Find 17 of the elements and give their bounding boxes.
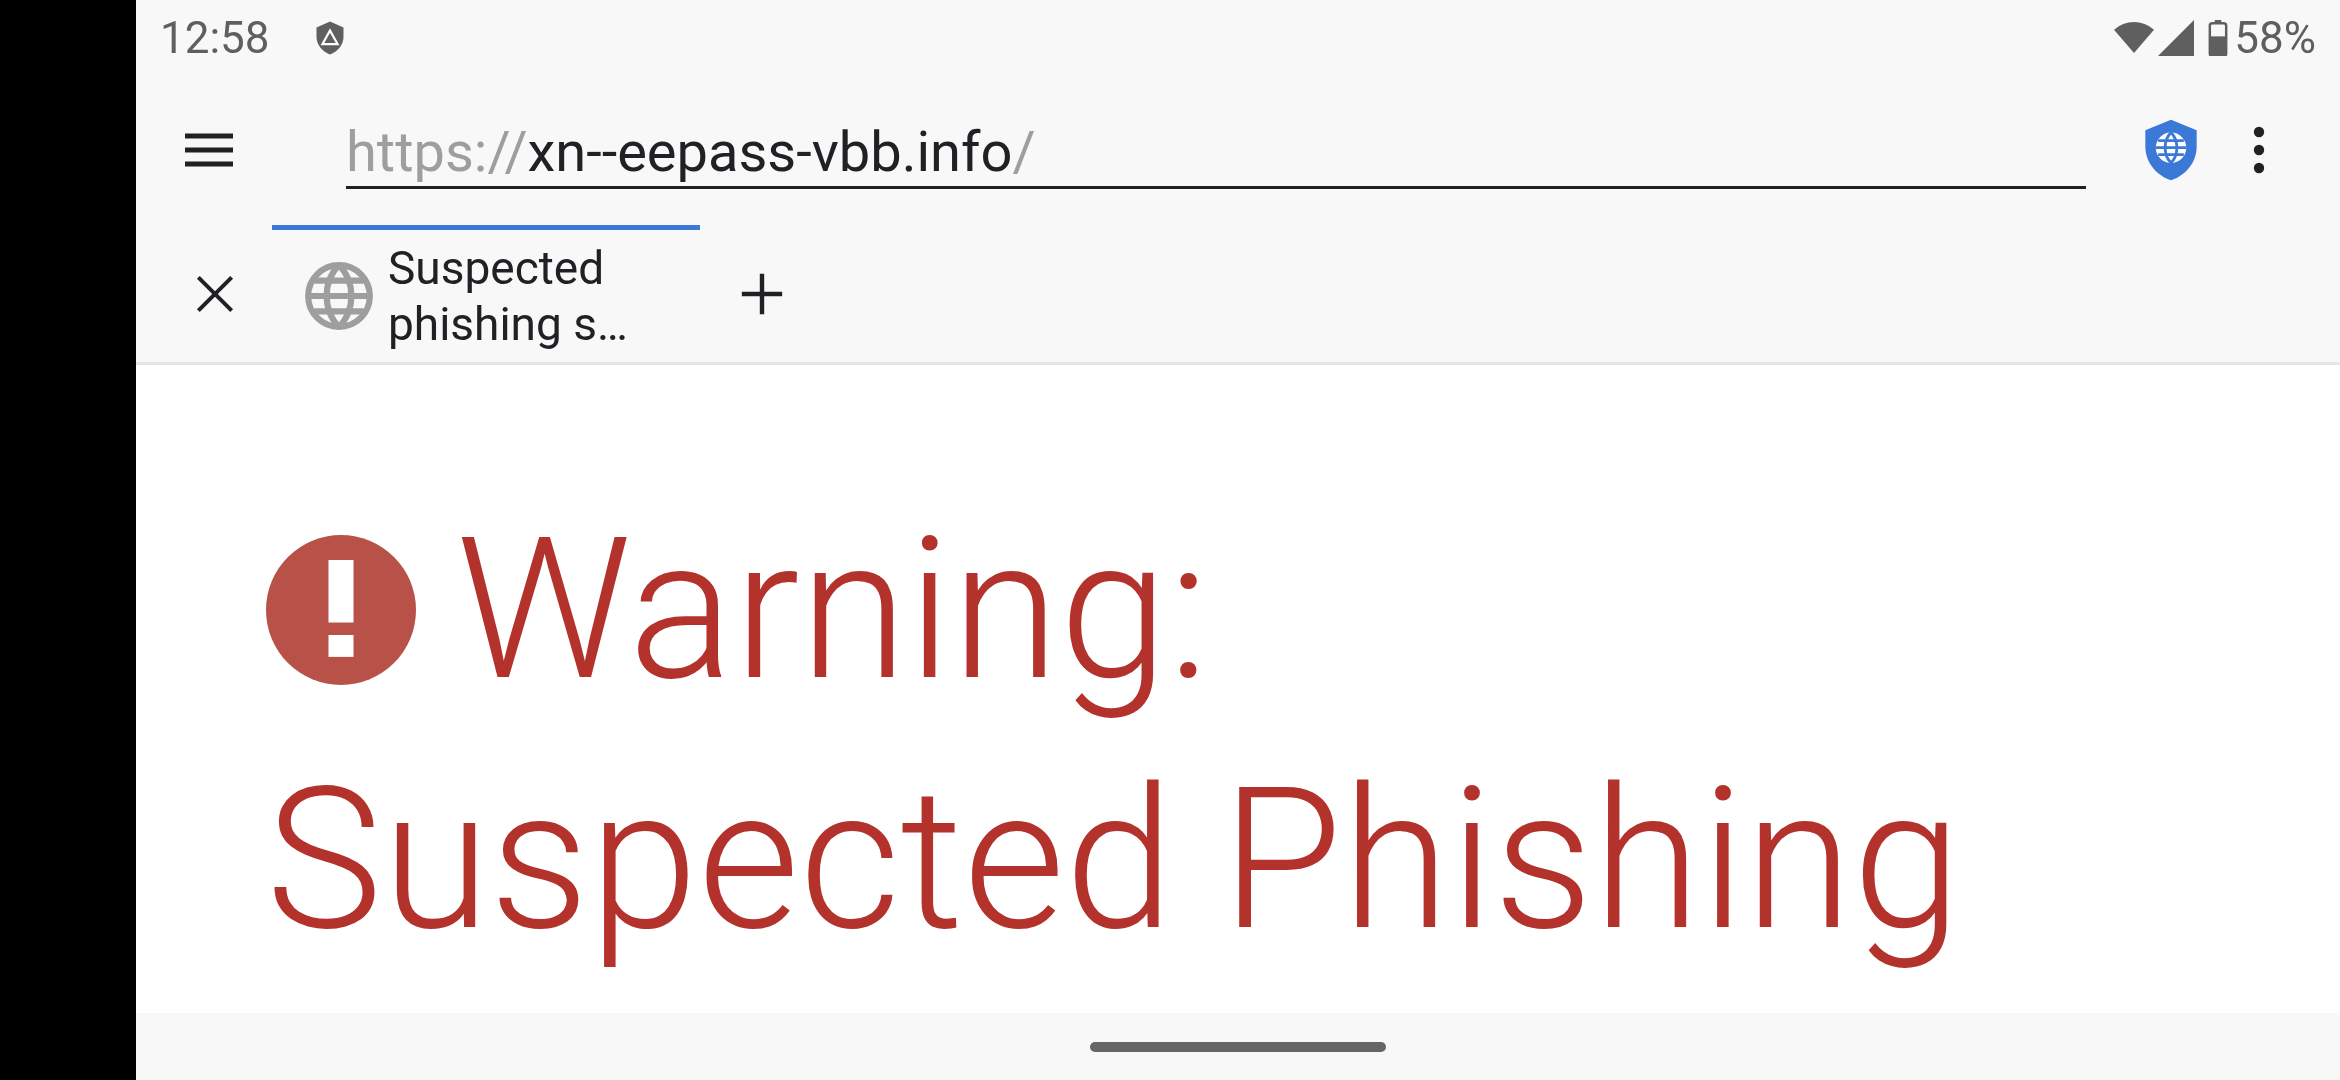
more-options-icon xyxy=(2253,126,2265,174)
home-gesture-bar[interactable] xyxy=(1090,1041,1386,1052)
tab-title: Suspected phishing s… xyxy=(388,240,629,352)
warning-heading: Suspected Phishing xyxy=(266,744,1963,977)
shield-globe-icon xyxy=(2143,117,2199,183)
battery-percentage: 58% xyxy=(2234,10,2316,66)
close-icon xyxy=(195,273,235,314)
exclamation-icon xyxy=(266,535,416,685)
signal-icon xyxy=(2158,19,2195,56)
globe-icon xyxy=(302,259,376,333)
menu-icon xyxy=(183,132,235,168)
status-time: 12:58 xyxy=(160,10,270,66)
battery-icon xyxy=(2208,19,2229,56)
warning-heading: Warning: xyxy=(456,494,1210,727)
browser-tab[interactable]: Suspected phishing s… xyxy=(272,225,700,362)
wifi-icon xyxy=(2114,20,2155,55)
plus-icon xyxy=(740,271,784,316)
